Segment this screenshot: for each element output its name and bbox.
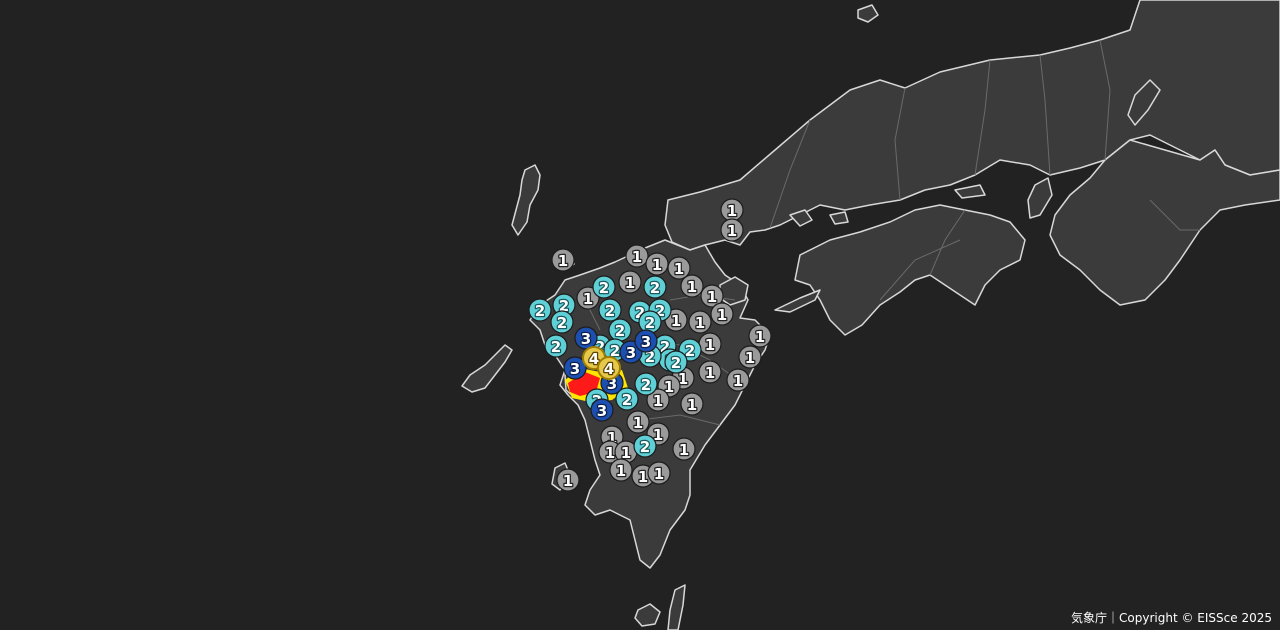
intensity-marker-label: 1 bbox=[695, 314, 705, 332]
intensity-marker-label: 3 bbox=[570, 360, 580, 378]
intensity-marker-label: 2 bbox=[551, 338, 561, 356]
land-goto-islands bbox=[461, 344, 513, 393]
intensity-marker-1[interactable]: 1 bbox=[726, 368, 750, 392]
intensity-marker-label: 2 bbox=[535, 302, 545, 320]
intensity-marker-label: 1 bbox=[632, 248, 642, 266]
intensity-marker-2[interactable]: 2 bbox=[638, 310, 662, 334]
intensity-marker-2[interactable]: 2 bbox=[643, 275, 667, 299]
intensity-marker-1[interactable]: 1 bbox=[672, 437, 696, 461]
intensity-marker-2[interactable]: 2 bbox=[633, 434, 657, 458]
intensity-marker-label: 4 bbox=[604, 360, 614, 378]
intensity-marker-label: 3 bbox=[626, 344, 636, 362]
intensity-marker-label: 2 bbox=[605, 302, 615, 320]
intensity-marker-2[interactable]: 2 bbox=[592, 275, 616, 299]
intensity-marker-1[interactable]: 1 bbox=[748, 324, 772, 348]
intensity-marker-label: 2 bbox=[622, 391, 632, 409]
intensity-marker-2[interactable]: 2 bbox=[544, 334, 568, 358]
land-awaji-island bbox=[1027, 177, 1053, 219]
intensity-marker-1[interactable]: 1 bbox=[625, 244, 649, 268]
intensity-marker-1[interactable]: 1 bbox=[698, 332, 722, 356]
intensity-marker-label: 1 bbox=[616, 462, 626, 480]
intensity-marker-4[interactable]: 4 bbox=[597, 356, 621, 380]
intensity-marker-label: 1 bbox=[671, 312, 681, 330]
intensity-marker-label: 2 bbox=[645, 314, 655, 332]
intensity-marker-1[interactable]: 1 bbox=[626, 410, 650, 434]
intensity-marker-1[interactable]: 1 bbox=[618, 270, 642, 294]
intensity-marker-1[interactable]: 1 bbox=[688, 310, 712, 334]
intensity-marker-1[interactable]: 1 bbox=[698, 360, 722, 384]
land-yakushima bbox=[634, 603, 661, 627]
intensity-marker-label: 1 bbox=[605, 444, 615, 462]
intensity-marker-label: 1 bbox=[745, 349, 755, 367]
attribution-text: 気象庁｜Copyright © EISSce 2025 bbox=[1071, 611, 1272, 625]
intensity-marker-label: 1 bbox=[679, 441, 689, 459]
intensity-marker-label: 2 bbox=[599, 279, 609, 297]
seismic-intensity-map[interactable]: 1111111111111111111111111111111122222222… bbox=[0, 0, 1280, 630]
land-shikoku bbox=[794, 204, 1026, 336]
intensity-marker-2[interactable]: 2 bbox=[528, 298, 552, 322]
intensity-marker-label: 1 bbox=[727, 222, 737, 240]
intensity-marker-label: 1 bbox=[717, 306, 727, 324]
intensity-marker-1[interactable]: 1 bbox=[720, 198, 744, 222]
intensity-marker-label: 1 bbox=[652, 256, 662, 274]
land-tanegashima bbox=[667, 584, 686, 630]
intensity-marker-label: 1 bbox=[558, 252, 568, 270]
intensity-marker-1[interactable]: 1 bbox=[551, 248, 575, 272]
intensity-marker-1[interactable]: 1 bbox=[720, 218, 744, 242]
land-tsushima bbox=[511, 164, 541, 236]
intensity-marker-label: 1 bbox=[633, 414, 643, 432]
intensity-marker-label: 1 bbox=[654, 465, 664, 483]
land-sadamisaki bbox=[774, 289, 821, 313]
intensity-marker-label: 2 bbox=[615, 322, 625, 340]
intensity-marker-3[interactable]: 3 bbox=[634, 329, 658, 353]
intensity-marker-label: 3 bbox=[641, 333, 651, 351]
land-oki-islands bbox=[857, 4, 879, 23]
intensity-marker-1[interactable]: 1 bbox=[609, 458, 633, 482]
intensity-marker-2[interactable]: 2 bbox=[634, 372, 658, 396]
intensity-marker-2[interactable]: 2 bbox=[598, 298, 622, 322]
intensity-marker-label: 1 bbox=[755, 328, 765, 346]
intensity-marker-label: 1 bbox=[563, 472, 573, 490]
intensity-marker-label: 1 bbox=[707, 288, 717, 306]
intensity-marker-2[interactable]: 2 bbox=[664, 350, 688, 374]
intensity-marker-1[interactable]: 1 bbox=[556, 468, 580, 492]
intensity-marker-label: 1 bbox=[653, 392, 663, 410]
intensity-marker-label: 1 bbox=[733, 372, 743, 390]
intensity-marker-1[interactable]: 1 bbox=[645, 252, 669, 276]
intensity-marker-label: 2 bbox=[557, 314, 567, 332]
intensity-marker-label: 1 bbox=[727, 202, 737, 220]
intensity-marker-label: 1 bbox=[705, 364, 715, 382]
intensity-marker-label: 1 bbox=[625, 274, 635, 292]
intensity-marker-1[interactable]: 1 bbox=[738, 345, 762, 369]
intensity-marker-label: 2 bbox=[671, 354, 681, 372]
intensity-marker-label: 1 bbox=[674, 260, 684, 278]
intensity-marker-label: 1 bbox=[687, 396, 697, 414]
intensity-marker-label: 1 bbox=[583, 290, 593, 308]
intensity-marker-1[interactable]: 1 bbox=[647, 461, 671, 485]
intensity-marker-3[interactable]: 3 bbox=[574, 326, 598, 350]
intensity-marker-2[interactable]: 2 bbox=[550, 310, 574, 334]
intensity-marker-label: 3 bbox=[581, 330, 591, 348]
intensity-marker-label: 2 bbox=[641, 376, 651, 394]
intensity-marker-label: 3 bbox=[597, 402, 607, 420]
intensity-marker-label: 2 bbox=[640, 438, 650, 456]
intensity-marker-1[interactable]: 1 bbox=[680, 392, 704, 416]
map-canvas[interactable]: 1 1 1 111111111111111111 111 11 1 111112 2222 22 2… bbox=[0, 0, 1280, 630]
intensity-marker-1[interactable]: 1 bbox=[680, 274, 704, 298]
intensity-marker-label: 2 bbox=[650, 279, 660, 297]
intensity-marker-label: 1 bbox=[705, 336, 715, 354]
land-layer bbox=[461, 0, 1280, 630]
intensity-marker-2[interactable]: 2 bbox=[608, 318, 632, 342]
intensity-marker-1[interactable]: 1 bbox=[710, 302, 734, 326]
intensity-marker-label: 1 bbox=[687, 278, 697, 296]
intensity-marker-3[interactable]: 3 bbox=[590, 398, 614, 422]
intensity-marker-label: 1 bbox=[638, 468, 648, 486]
